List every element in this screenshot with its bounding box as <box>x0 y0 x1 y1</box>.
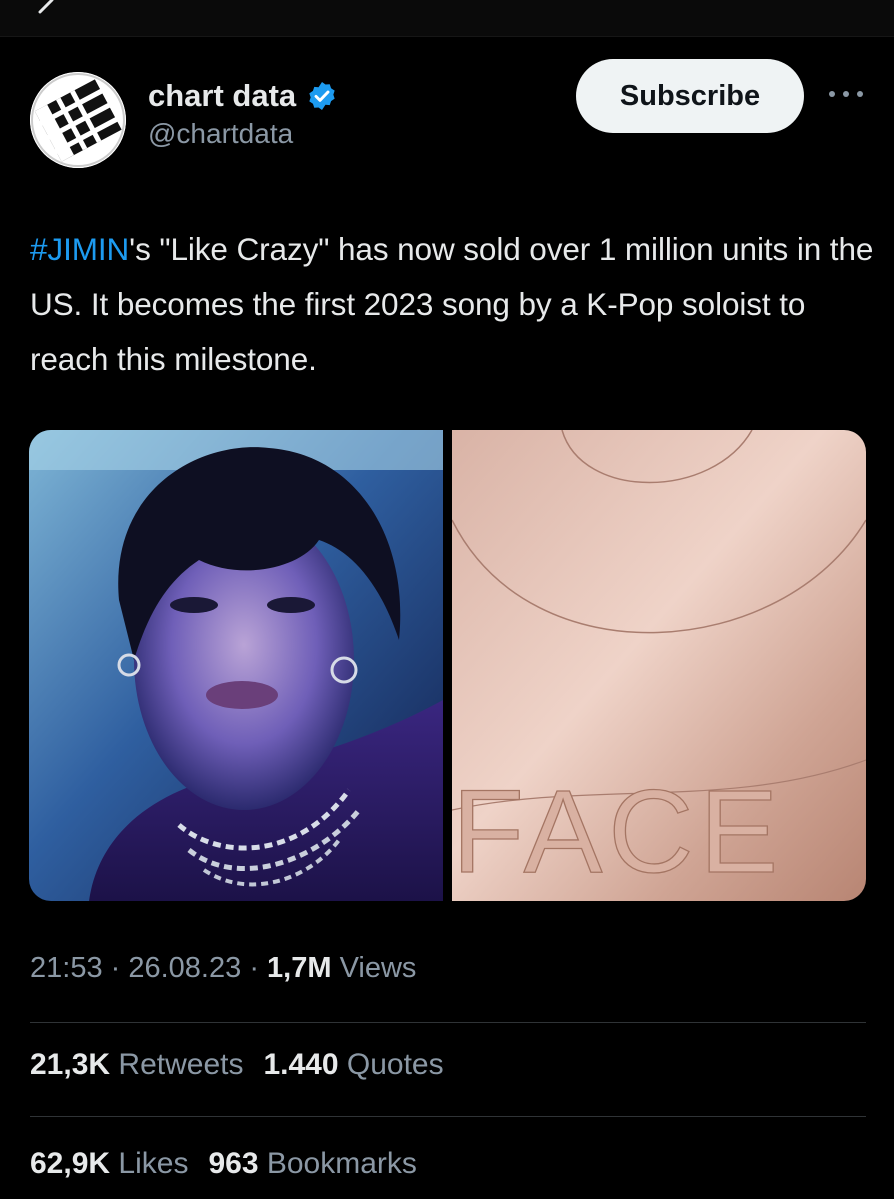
more-options-icon[interactable] <box>826 84 866 104</box>
back-arrow-icon[interactable] <box>28 0 54 14</box>
divider <box>30 1022 866 1023</box>
hashtag-link[interactable]: #JIMIN <box>30 231 129 267</box>
tweet-date[interactable]: 26.08.23 <box>128 952 241 984</box>
account-handle[interactable]: @chartdata <box>148 118 293 150</box>
quotes-stat[interactable]: 1.440 Quotes <box>263 1048 443 1082</box>
stats-row-likes: 62,9K Likes 963 Bookmarks <box>30 1147 417 1181</box>
album-cover-face[interactable]: FACE <box>452 430 866 901</box>
likes-count: 62,9K <box>30 1147 111 1180</box>
bookmarks-label: Bookmarks <box>266 1147 417 1180</box>
likes-stat[interactable]: 62,9K Likes <box>30 1147 188 1181</box>
divider <box>30 1116 866 1117</box>
stats-row-shares: 21,3K Retweets 1.440 Quotes <box>30 1048 444 1082</box>
views-count: 1,7M <box>267 952 332 984</box>
chart-data-logo-icon <box>30 72 126 168</box>
photo-portrait[interactable] <box>29 430 443 901</box>
subscribe-button[interactable]: Subscribe <box>576 59 804 133</box>
verified-badge-icon <box>309 82 335 110</box>
retweets-count: 21,3K <box>30 1048 111 1081</box>
avatar[interactable] <box>30 72 126 168</box>
retweets-stat[interactable]: 21,3K Retweets <box>30 1048 243 1082</box>
tweet-body: 's "Like Crazy" has now sold over 1 mill… <box>30 231 874 377</box>
quotes-label: Quotes <box>346 1048 444 1081</box>
meta-separator: · <box>110 952 129 984</box>
account-name[interactable]: chart data <box>148 78 296 114</box>
tweet-meta: 21:53 · 26.08.23 · 1,7M Views <box>30 952 416 985</box>
album-cover-text: FACE <box>452 766 784 898</box>
meta-separator: · <box>249 952 268 984</box>
quotes-count: 1.440 <box>263 1048 339 1081</box>
retweets-label: Retweets <box>118 1048 244 1081</box>
tweet-time[interactable]: 21:53 <box>30 952 103 984</box>
bookmarks-count: 963 <box>208 1147 259 1180</box>
views-label: Views <box>339 952 417 984</box>
tweet-header: chart data @chartdata Subscribe <box>0 56 894 176</box>
tweet-text: #JIMIN's "Like Crazy" has now sold over … <box>30 222 875 387</box>
bookmarks-stat[interactable]: 963 Bookmarks <box>208 1147 416 1181</box>
likes-label: Likes <box>118 1147 189 1180</box>
media-grid: FACE <box>29 430 866 901</box>
top-bar <box>0 0 894 37</box>
